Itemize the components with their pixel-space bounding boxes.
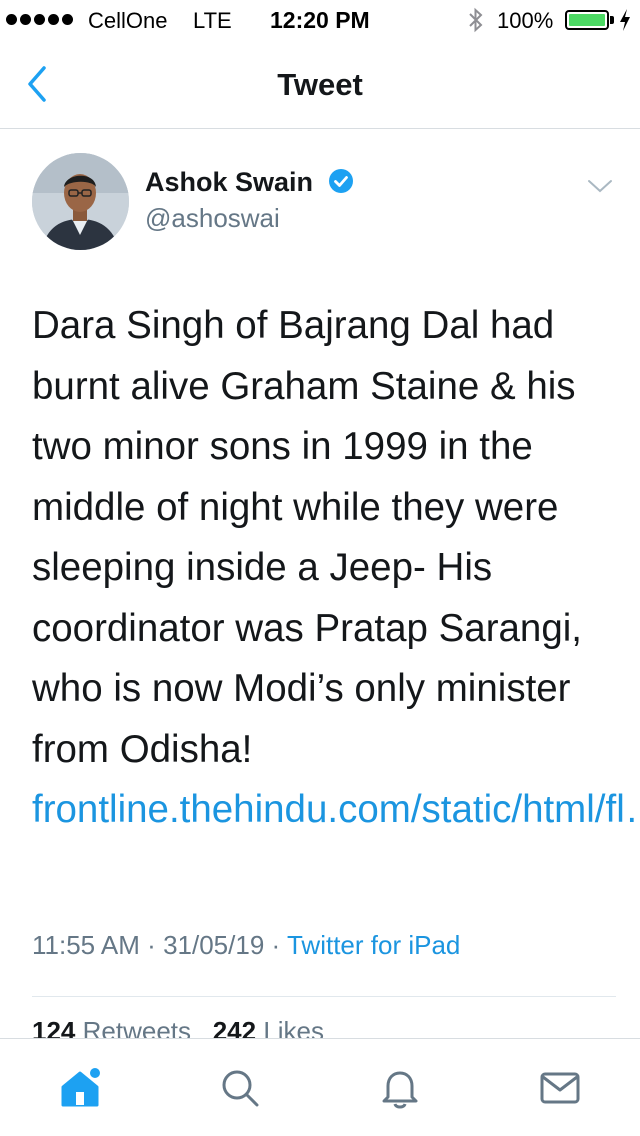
navigation-bar: Tweet (0, 40, 640, 129)
tweet-text: Dara Singh of Bajrang Dal had burnt aliv… (32, 296, 640, 841)
meta-separator: · (271, 930, 281, 960)
tweet-source-link[interactable]: Twitter for iPad (287, 930, 460, 960)
battery-icon (565, 10, 609, 30)
charging-icon (620, 9, 630, 31)
divider (32, 996, 616, 997)
notifications-icon[interactable] (377, 1065, 423, 1111)
home-icon[interactable] (57, 1065, 103, 1111)
tweet-link[interactable]: frontline.thehindu.com/static/html/fl… (32, 788, 640, 831)
page-title: Tweet (277, 67, 363, 102)
status-bar: CellOne LTE 12:20 PM 100% (0, 0, 640, 40)
like-label[interactable]: Likes (263, 1016, 324, 1038)
tweet-date: 31/05/19 (163, 930, 265, 960)
author-display-name[interactable]: Ashok Swain (145, 167, 313, 198)
signal-strength-icon (6, 14, 73, 25)
like-count[interactable]: 242 (213, 1016, 256, 1038)
bluetooth-icon (469, 7, 483, 33)
battery-tip (610, 16, 614, 24)
tweet-stats: 124 Retweets 242 Likes (32, 1016, 324, 1038)
meta-separator: · (147, 930, 156, 960)
tweet-meta: 11:55 AM · 31/05/19 · Twitter for iPad (32, 930, 460, 961)
status-time: 12:20 PM (270, 7, 370, 33)
author-handle[interactable]: @ashoswai (145, 203, 280, 234)
verified-badge-icon (329, 169, 353, 193)
tab-bar (0, 1038, 640, 1136)
avatar-image (32, 153, 129, 250)
avatar[interactable] (32, 153, 129, 250)
retweet-label[interactable]: Retweets (83, 1016, 191, 1038)
search-icon[interactable] (217, 1065, 263, 1111)
battery-percent: 100% (497, 8, 554, 33)
chevron-down-icon[interactable] (585, 176, 615, 196)
tweet-time: 11:55 AM (32, 930, 140, 960)
tweet-body: Dara Singh of Bajrang Dal had burnt aliv… (32, 304, 582, 771)
network-type: LTE (193, 8, 232, 33)
retweet-count[interactable]: 124 (32, 1016, 75, 1038)
messages-icon[interactable] (537, 1065, 583, 1111)
carrier-name: CellOne (88, 8, 168, 33)
